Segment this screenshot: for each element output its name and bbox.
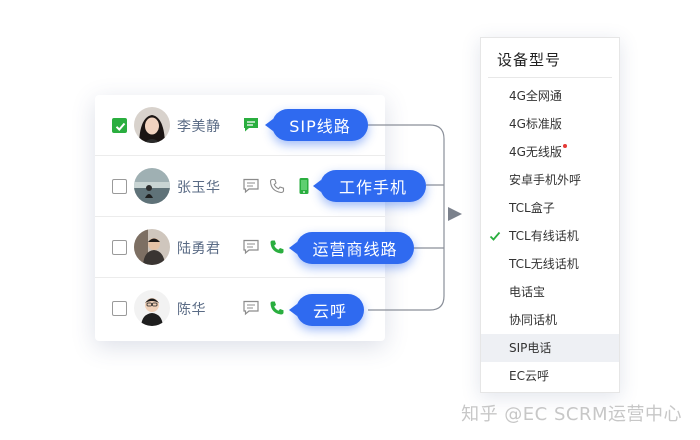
connector-lines [368,124,462,311]
callout-cloud-call: 云呼 [289,294,364,326]
callout-sip-line: SIP线路 [265,109,368,141]
arrow-right-icon [448,207,462,221]
callout-work-phone: 工作手机 [313,170,426,202]
callout-carrier-line: 运营商线路 [289,232,414,264]
